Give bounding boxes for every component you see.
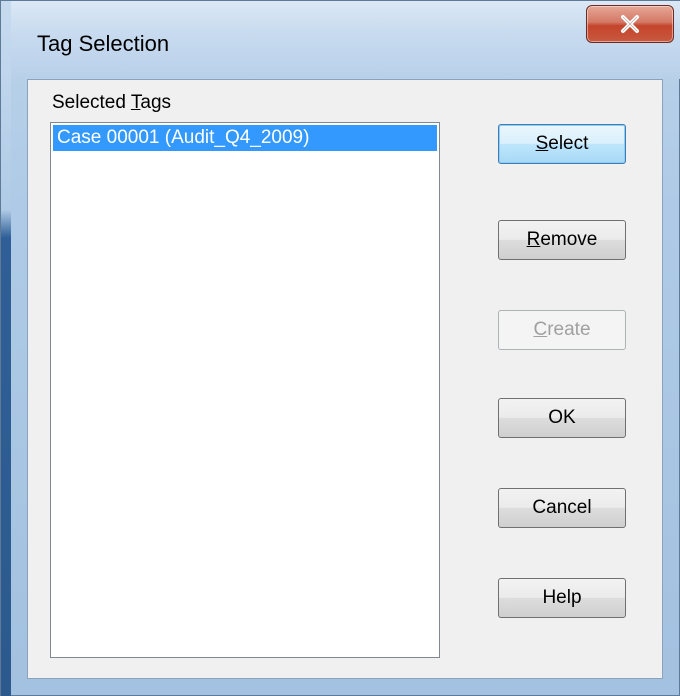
cancel-button-label: Cancel	[532, 497, 592, 518]
create-button: Create	[498, 310, 626, 350]
dialog-client-area: Selected Tags Case 00001 (Audit_Q4_2009)…	[27, 79, 663, 679]
select-button[interactable]: Select	[498, 124, 626, 164]
remove-button-label: Remove	[527, 229, 598, 251]
select-button-mnemonic: S	[535, 133, 549, 154]
select-button-label: Select	[536, 133, 589, 155]
remove-button-label-rest: emove	[540, 229, 598, 250]
selected-tags-list[interactable]: Case 00001 (Audit_Q4_2009)	[50, 122, 440, 658]
help-button-label: Help	[542, 587, 582, 608]
selected-tags-label: Selected Tags	[52, 92, 171, 114]
create-button-label: Create	[533, 319, 590, 341]
remove-button-mnemonic: R	[526, 229, 541, 250]
create-button-mnemonic: C	[533, 319, 548, 340]
selected-tags-label-end: ags	[140, 92, 172, 113]
select-button-label-rest: elect	[548, 133, 589, 154]
desktop-edge	[1, 1, 11, 696]
ok-button-label: OK	[548, 407, 576, 428]
create-button-label-rest: reate	[547, 319, 591, 340]
remove-button[interactable]: Remove	[498, 220, 626, 260]
selected-tags-label-start: Selected	[52, 92, 131, 113]
window-title: Tag Selection	[37, 31, 170, 56]
close-icon	[621, 15, 639, 33]
tag-selection-window: Tag Selection Selected Tags Case 00001 (…	[0, 0, 680, 696]
cancel-button[interactable]: Cancel	[498, 488, 626, 528]
help-button[interactable]: Help	[498, 578, 626, 618]
selected-tags-label-mnemonic: T	[130, 92, 141, 113]
title-bar[interactable]: Tag Selection	[11, 1, 680, 79]
list-item[interactable]: Case 00001 (Audit_Q4_2009)	[53, 125, 437, 151]
close-button[interactable]	[586, 5, 674, 43]
ok-button[interactable]: OK	[498, 398, 626, 438]
